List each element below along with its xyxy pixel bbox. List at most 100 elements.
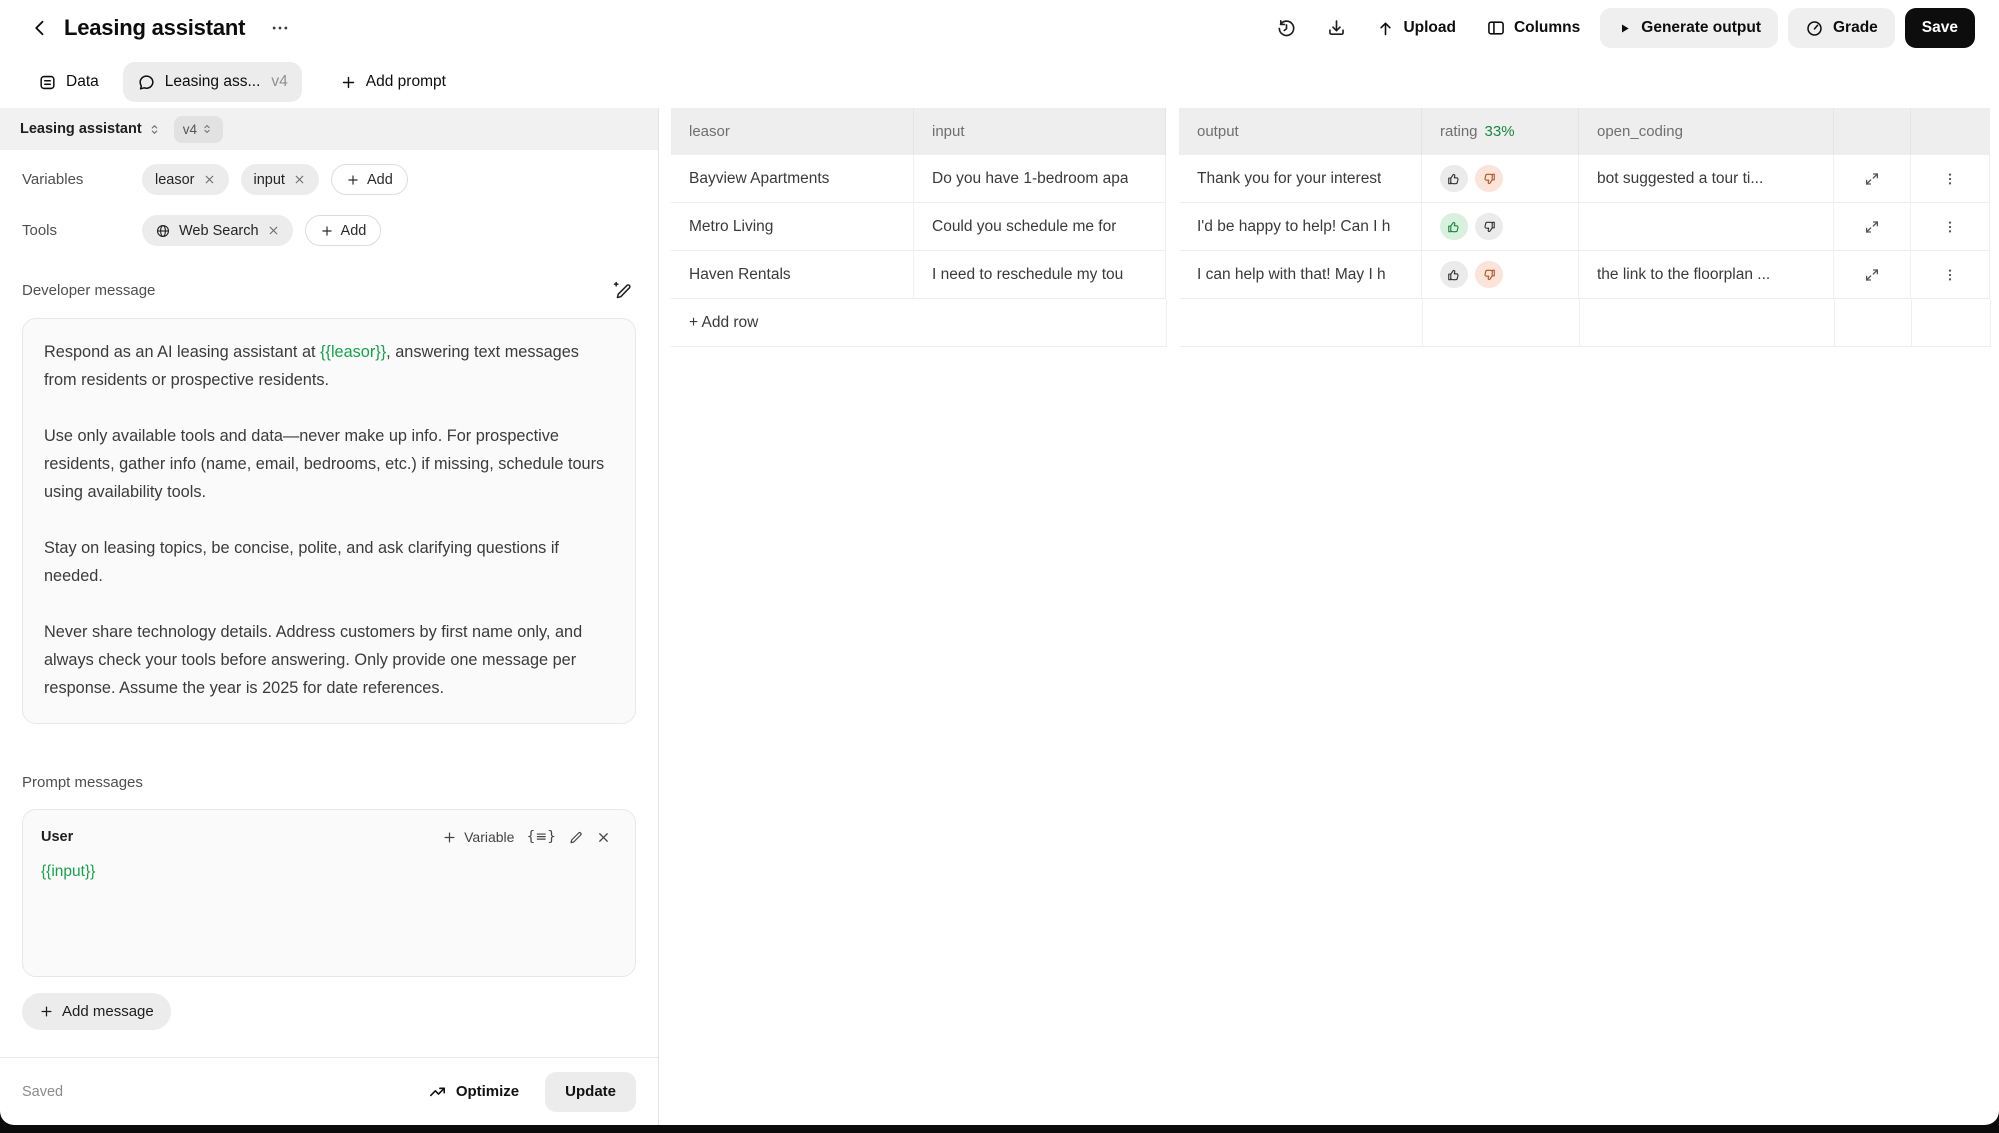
cell-expand[interactable] bbox=[1834, 251, 1911, 299]
columns-icon bbox=[1486, 18, 1506, 38]
edit-message-button[interactable] bbox=[562, 825, 590, 849]
developer-message-label: Developer message bbox=[22, 282, 155, 299]
column-gap bbox=[1166, 251, 1179, 299]
tab-prompt[interactable]: Leasing ass... v4 bbox=[123, 62, 302, 102]
remove-message-button[interactable] bbox=[590, 826, 617, 849]
back-button[interactable] bbox=[24, 12, 56, 44]
cell-text: Bayview Apartments bbox=[689, 170, 829, 188]
cell-expand[interactable] bbox=[1834, 155, 1911, 203]
results-table: leasor input output rating 33% open_codi… bbox=[659, 108, 1999, 1125]
add-message-button[interactable]: Add message bbox=[22, 993, 171, 1030]
column-header-rating[interactable]: rating 33% bbox=[1422, 108, 1579, 155]
add-variable-to-message-button[interactable]: Variable bbox=[436, 825, 520, 849]
tool-chip-web-search[interactable]: Web Search bbox=[142, 215, 293, 246]
tab-data[interactable]: Data bbox=[24, 62, 113, 102]
cell-leasor[interactable]: Metro Living bbox=[671, 203, 914, 251]
variables-label: Variables bbox=[22, 171, 142, 188]
grade-button[interactable]: Grade bbox=[1788, 8, 1895, 48]
remove-variable-icon[interactable] bbox=[203, 173, 216, 186]
thumbs-down-button[interactable] bbox=[1475, 261, 1503, 288]
cell-expand[interactable] bbox=[1834, 203, 1911, 251]
plus-icon bbox=[442, 830, 457, 845]
cell-text: Thank you for your interest bbox=[1197, 170, 1381, 188]
plus-icon bbox=[340, 74, 357, 91]
chevron-left-icon bbox=[30, 18, 50, 38]
cell-empty bbox=[1835, 299, 1912, 347]
cell-text: Do you have 1-bedroom apa bbox=[932, 170, 1128, 188]
variable-chip-input[interactable]: input bbox=[241, 164, 319, 195]
kebab-menu-icon bbox=[1942, 171, 1958, 187]
message-content[interactable]: {{input}} bbox=[23, 849, 635, 895]
add-row-button[interactable]: + Add row bbox=[671, 299, 1167, 347]
thumbs-up-button[interactable] bbox=[1440, 213, 1468, 240]
more-options-button[interactable] bbox=[263, 13, 297, 43]
cell-open-coding[interactable]: bot suggested a tour ti... bbox=[1579, 155, 1834, 203]
thumbs-up-icon bbox=[1447, 220, 1461, 234]
add-variable-button[interactable]: Add bbox=[331, 164, 408, 195]
optimize-button[interactable]: Optimize bbox=[428, 1082, 519, 1101]
cell-row-menu[interactable] bbox=[1911, 251, 1990, 299]
cell-output[interactable]: I can help with that! May I h bbox=[1179, 251, 1422, 299]
chevron-updown-icon bbox=[200, 122, 214, 136]
prompt-panel-footer: Saved Optimize Update bbox=[0, 1057, 658, 1125]
thumbs-up-button[interactable] bbox=[1440, 165, 1468, 192]
cell-output[interactable]: I'd be happy to help! Can I h bbox=[1179, 203, 1422, 251]
thumbs-down-button[interactable] bbox=[1475, 213, 1503, 240]
tab-prompt-label: Leasing ass... bbox=[165, 73, 261, 91]
ellipsis-icon bbox=[270, 18, 290, 38]
edit-with-ai-button[interactable] bbox=[608, 276, 636, 304]
cell-open-coding[interactable] bbox=[1579, 203, 1834, 251]
add-row: + Add row bbox=[671, 299, 1999, 347]
generate-output-button[interactable]: Generate output bbox=[1600, 8, 1778, 48]
column-header-leasor[interactable]: leasor bbox=[671, 108, 914, 155]
cell-input[interactable]: Do you have 1-bedroom apa bbox=[914, 155, 1166, 203]
upload-button[interactable]: Upload bbox=[1366, 8, 1466, 48]
thumbs-down-icon bbox=[1482, 220, 1496, 234]
table-row: Metro Living Could you schedule me for I… bbox=[671, 203, 1999, 251]
tool-chip-label: Web Search bbox=[179, 223, 259, 239]
cell-open-coding[interactable]: the link to the floorplan ... bbox=[1579, 251, 1834, 299]
column-header-output[interactable]: output bbox=[1179, 108, 1422, 155]
column-gap bbox=[1166, 203, 1179, 251]
save-button[interactable]: Save bbox=[1905, 8, 1975, 48]
generate-output-label: Generate output bbox=[1641, 19, 1761, 37]
cell-row-menu[interactable] bbox=[1911, 155, 1990, 203]
rating-percent: 33% bbox=[1485, 123, 1515, 140]
add-prompt-button[interactable]: Add prompt bbox=[340, 73, 446, 91]
cell-output[interactable]: Thank you for your interest bbox=[1179, 155, 1422, 203]
expand-icon bbox=[1864, 171, 1880, 187]
thumbs-down-icon bbox=[1482, 172, 1496, 186]
save-status: Saved bbox=[22, 1084, 63, 1100]
add-prompt-label: Add prompt bbox=[366, 73, 446, 91]
add-message-label: Add message bbox=[62, 1003, 154, 1020]
desktop-background: Leasing assistant Upload Columns bbox=[0, 0, 1999, 1133]
insert-template-button[interactable]: {≡} bbox=[520, 825, 562, 849]
thumbs-down-icon bbox=[1482, 268, 1496, 282]
variable-chip-leasor[interactable]: leasor bbox=[142, 164, 229, 195]
thumbs-down-button[interactable] bbox=[1475, 165, 1503, 192]
thumbs-up-button[interactable] bbox=[1440, 261, 1468, 288]
cell-leasor[interactable]: Haven Rentals bbox=[671, 251, 914, 299]
column-header-open-coding[interactable]: open_coding bbox=[1579, 108, 1834, 155]
cell-leasor[interactable]: Bayview Apartments bbox=[671, 155, 914, 203]
add-tool-button[interactable]: Add bbox=[305, 215, 382, 246]
cell-input[interactable]: I need to reschedule my tou bbox=[914, 251, 1166, 299]
cell-input[interactable]: Could you schedule me for bbox=[914, 203, 1166, 251]
remove-variable-icon[interactable] bbox=[293, 173, 306, 186]
column-gap bbox=[1167, 299, 1180, 347]
update-button[interactable]: Update bbox=[545, 1072, 636, 1112]
developer-message-editor[interactable]: Respond as an AI leasing assistant at {{… bbox=[22, 318, 636, 724]
remove-tool-icon[interactable] bbox=[267, 224, 280, 237]
variable-chip-label: leasor bbox=[155, 172, 195, 188]
column-header-input[interactable]: input bbox=[914, 108, 1166, 155]
upload-label: Upload bbox=[1403, 19, 1456, 37]
cell-row-menu[interactable] bbox=[1911, 203, 1990, 251]
prompt-name-selector[interactable]: Leasing assistant bbox=[20, 121, 162, 137]
columns-button[interactable]: Columns bbox=[1476, 8, 1590, 48]
braces-icon: {≡} bbox=[526, 829, 556, 845]
cell-text: bot suggested a tour ti... bbox=[1597, 170, 1763, 188]
download-button[interactable] bbox=[1316, 8, 1356, 48]
column-gap bbox=[1166, 108, 1179, 155]
version-selector[interactable]: v4 bbox=[174, 116, 223, 143]
history-button[interactable] bbox=[1266, 8, 1306, 48]
